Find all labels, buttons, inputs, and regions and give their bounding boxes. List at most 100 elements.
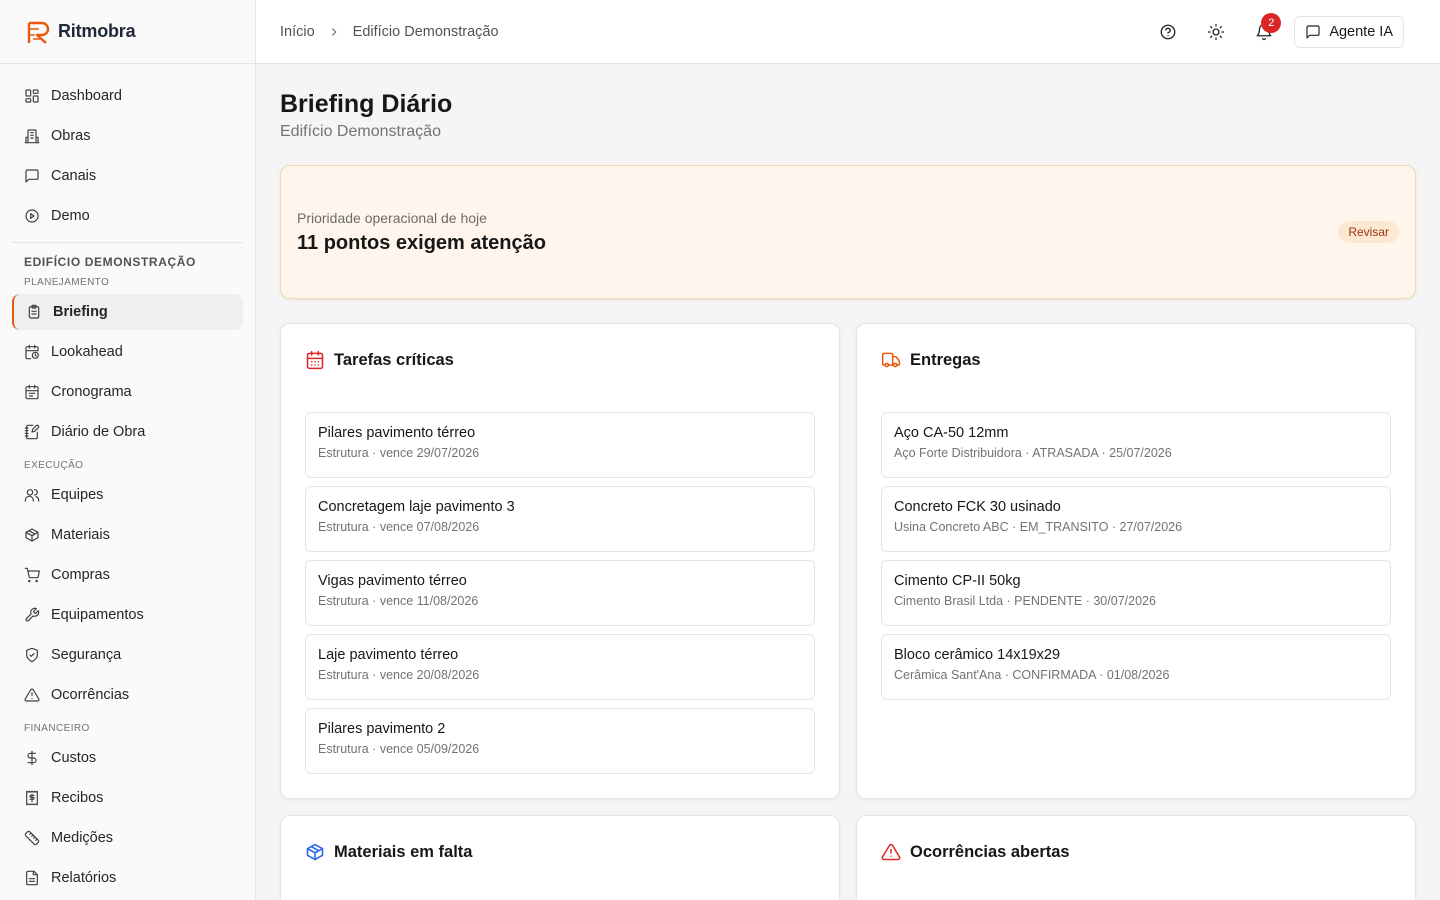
breadcrumb-home-link[interactable]: Início (280, 24, 315, 40)
sun-icon (1208, 23, 1225, 40)
task-title: Laje pavimento térreo (318, 647, 459, 663)
sidebar-item-relatorios[interactable]: Relatórios (12, 860, 243, 896)
breadcrumb: Início Edifício Demonstração (280, 24, 499, 40)
delivery-list: Aço CA-50 12mm Aço Forte Distribuidora ·… (881, 412, 1391, 700)
sidebar-item-equipes[interactable]: Equipes (12, 477, 243, 513)
project-title: EDIFÍCIO DEMONSTRAÇÃO (24, 255, 196, 269)
delivery-meta: Aço Forte Distribuidora · ATRASADA · 25/… (894, 446, 1172, 460)
ritmobra-logo-icon (27, 21, 50, 44)
open-incidents-card: Ocorrências abertas (856, 815, 1416, 900)
task-meta: Estrutura · vence 05/09/2026 (318, 742, 480, 756)
sidebar-item-label: Custos (51, 750, 97, 766)
task-item[interactable]: Pilares pavimento térreo Estrutura · ven… (305, 412, 815, 478)
theme-toggle-button[interactable] (1192, 12, 1240, 52)
play-icon (25, 209, 39, 223)
priority-title: 11 pontos exigem atenção (297, 231, 546, 254)
warning-icon (881, 843, 901, 861)
sidebar-item-medicoes[interactable]: Medições (12, 820, 243, 856)
building-icon (24, 129, 40, 144)
delivery-item[interactable]: Concreto FCK 30 usinado Usina Concreto A… (881, 486, 1391, 552)
calendar-icon (25, 384, 39, 400)
calendar-clock-icon (25, 344, 39, 360)
sidebar-item-label: Canais (51, 168, 97, 184)
calendar-icon (306, 350, 324, 370)
sidebar-item-materiais[interactable]: Materiais (12, 517, 243, 553)
brand[interactable]: Ritmobra (0, 0, 255, 64)
delivery-meta: Cimento Brasil Ltda · PENDENTE · 30/07/2… (894, 594, 1156, 608)
review-badge[interactable]: Revisar (1338, 221, 1399, 243)
delivery-title: Aço CA-50 12mm (894, 425, 1009, 441)
sidebar-item-dashboard[interactable]: Dashboard (12, 78, 243, 114)
task-item[interactable]: Concretagem laje pavimento 3 Estrutura ·… (305, 486, 815, 552)
sidebar-divider (12, 242, 243, 243)
task-list: Pilares pavimento térreo Estrutura · ven… (305, 412, 815, 774)
deliveries-card: Entregas Aço CA-50 12mm Aço Forte Distri… (856, 323, 1416, 799)
page-title: Briefing Diário (280, 90, 453, 118)
notification-count-badge: 2 (1261, 12, 1282, 33)
sidebar-item-compras[interactable]: Compras (12, 557, 243, 593)
sidebar-item-label: Recibos (51, 790, 104, 806)
section-label-planejamento: PLANEJAMENTO (24, 277, 110, 288)
wrench-icon (25, 607, 40, 622)
ruler-icon (24, 830, 40, 846)
sidebar-item-equipamentos[interactable]: Equipamentos (12, 597, 243, 633)
sidebar-item-demo[interactable]: Demo (12, 198, 243, 234)
critical-tasks-card: Tarefas críticas Pilares pavimento térre… (280, 323, 840, 799)
section-label-execucao: EXECUÇÃO (24, 460, 84, 471)
task-item[interactable]: Pilares pavimento 2 Estrutura · vence 05… (305, 708, 815, 774)
sidebar-nav: Dashboard Obras Canais Demo EDIFÍCIO DEM… (0, 64, 255, 896)
sidebar-item-diario-de-obra[interactable]: Diário de Obra (12, 414, 243, 450)
task-title: Pilares pavimento térreo (318, 425, 476, 441)
task-meta: Estrutura · vence 20/08/2026 (318, 668, 480, 682)
task-title: Pilares pavimento 2 (318, 721, 446, 737)
help-button[interactable] (1144, 12, 1192, 52)
top-header: Início Edifício Demonstração 2 Agente IA (256, 0, 1440, 64)
sidebar-item-label: Equipes (51, 487, 104, 503)
priority-banner: Prioridade operacional de hoje 11 pontos… (280, 165, 1416, 299)
receipt-icon (26, 790, 38, 806)
package-icon (306, 843, 324, 861)
sidebar-item-canais[interactable]: Canais (12, 158, 243, 194)
sidebar-item-recibos[interactable]: Recibos (12, 780, 243, 816)
sidebar-item-ocorrencias[interactable]: Ocorrências (12, 677, 243, 713)
truck-icon (881, 352, 901, 368)
task-meta: Estrutura · vence 11/08/2026 (318, 594, 479, 608)
task-item[interactable]: Vigas pavimento térreo Estrutura · vence… (305, 560, 815, 626)
notifications-button[interactable]: 2 (1240, 12, 1288, 52)
task-item[interactable]: Laje pavimento térreo Estrutura · vence … (305, 634, 815, 700)
sidebar-item-obras[interactable]: Obras (12, 118, 243, 154)
card-title: Tarefas críticas (334, 350, 454, 369)
chat-icon (25, 169, 39, 183)
sidebar-item-custos[interactable]: Custos (12, 740, 243, 776)
sidebar-item-lookahead[interactable]: Lookahead (12, 334, 243, 370)
task-meta: Estrutura · vence 07/08/2026 (318, 520, 480, 534)
sidebar-item-briefing[interactable]: Briefing (12, 294, 243, 330)
breadcrumb-current: Edifício Demonstração (352, 23, 499, 40)
cards-row-2: Materiais em falta Ocorrências abertas (280, 815, 1416, 900)
missing-materials-card: Materiais em falta (280, 815, 840, 900)
cards-row-1: Tarefas críticas Pilares pavimento térre… (280, 323, 1416, 799)
delivery-item[interactable]: Bloco cerâmico 14x19x29 Cerâmica Sant'An… (881, 634, 1391, 700)
clipboard-icon (28, 304, 40, 319)
sidebar-item-label: Demo (51, 208, 90, 224)
sidebar-item-label: Cronograma (51, 384, 132, 400)
sidebar-item-label: Ocorrências (51, 687, 130, 703)
header-actions: 2 Agente IA (1144, 12, 1404, 52)
help-icon (1160, 24, 1176, 39)
agent-ia-label: Agente IA (1329, 23, 1393, 40)
task-meta: Estrutura · vence 29/07/2026 (318, 446, 480, 460)
sidebar: Ritmobra Dashboard Obras Canais Demo EDI… (0, 0, 256, 900)
dollar-icon (27, 750, 37, 766)
sidebar-item-label: Diário de Obra (51, 424, 146, 440)
shield-icon (26, 647, 38, 663)
sidebar-item-label: Compras (51, 567, 110, 583)
delivery-item[interactable]: Aço CA-50 12mm Aço Forte Distribuidora ·… (881, 412, 1391, 478)
delivery-item[interactable]: Cimento CP-II 50kg Cimento Brasil Ltda ·… (881, 560, 1391, 626)
priority-label: Prioridade operacional de hoje (297, 209, 487, 226)
sidebar-item-seguranca[interactable]: Segurança (12, 637, 243, 673)
delivery-title: Cimento CP-II 50kg (894, 573, 1021, 589)
agent-ia-button[interactable]: Agente IA (1294, 15, 1404, 48)
users-icon (24, 489, 40, 502)
sidebar-item-label: Obras (51, 128, 91, 144)
sidebar-item-cronograma[interactable]: Cronograma (12, 374, 243, 410)
